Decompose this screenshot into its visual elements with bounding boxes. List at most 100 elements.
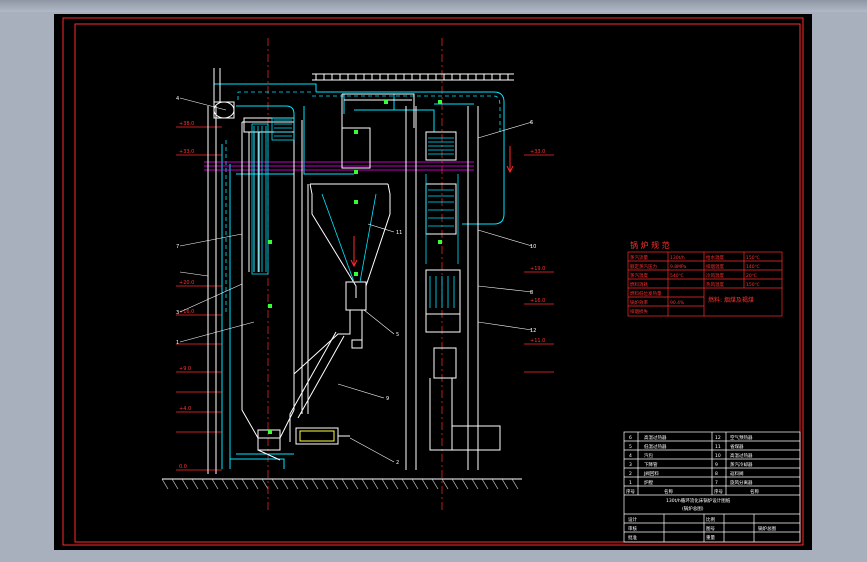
flue-lines: [204, 161, 474, 171]
steam-drum: [213, 68, 235, 119]
svg-text:5: 5: [629, 444, 632, 450]
svg-text:20℃: 20℃: [746, 273, 757, 279]
svg-text:炉膛: 炉膛: [644, 479, 653, 486]
roof-steel: [312, 73, 514, 81]
svg-text:排烟温度: 排烟温度: [706, 263, 724, 270]
svg-text:3: 3: [629, 462, 632, 468]
svg-text:空气预热器: 空气预热器: [730, 434, 753, 441]
svg-text:9: 9: [386, 396, 389, 402]
svg-text:下降管: 下降管: [644, 461, 658, 468]
svg-text:+11.0: +11.0: [530, 338, 545, 344]
window-chrome: [0, 0, 867, 12]
svg-text:锅炉总图: 锅炉总图: [758, 525, 776, 532]
svg-text:+33.0: +33.0: [179, 149, 194, 155]
svg-text:1: 1: [629, 480, 632, 486]
svg-text:12: 12: [530, 328, 536, 334]
svg-text:+16.0: +16.0: [179, 309, 194, 315]
svg-text:额定蒸汽压力: 额定蒸汽压力: [630, 263, 657, 270]
svg-text:返料阀: 返料阀: [730, 470, 744, 477]
svg-text:批准: 批准: [628, 534, 637, 541]
svg-text:1: 1: [176, 340, 179, 346]
svg-text:0.0: 0.0: [179, 464, 187, 470]
svg-text:8: 8: [530, 290, 533, 296]
svg-text:10: 10: [715, 453, 721, 459]
svg-text:150℃: 150℃: [746, 255, 760, 261]
title-block: 6 高温过热器 1 2 空气预热器 5 低温过热器 11 省煤器 4 汽包 10 高温过热器 3 下降…: [623, 431, 801, 543]
svg-text:名称: 名称: [750, 488, 759, 495]
svg-text:4: 4: [176, 96, 179, 102]
steam-pipes-dashed: [225, 91, 501, 314]
loop-seal: [289, 331, 350, 445]
svg-text:汽包: 汽包: [644, 452, 653, 459]
svg-text:2: 2: [396, 460, 399, 466]
svg-text:低温过热器: 低温过热器: [644, 443, 667, 450]
svg-text:540℃: 540℃: [670, 273, 684, 279]
outer-frame: [62, 17, 804, 546]
svg-text:8: 8: [715, 471, 718, 477]
spec-table-title: 锅 炉 规 范: [630, 240, 670, 250]
svg-text:11: 11: [715, 444, 721, 450]
svg-text:+4.0: +4.0: [179, 406, 191, 412]
flow-arrows: [350, 146, 514, 268]
svg-text:130t/h: 130t/h: [670, 255, 685, 261]
svg-text:审核: 审核: [628, 525, 637, 532]
svg-text:序号: 序号: [714, 488, 723, 495]
svg-text:+38.0: +38.0: [179, 121, 194, 127]
svg-text:设计: 设计: [628, 516, 637, 523]
svg-text:+19.0: +19.0: [530, 266, 545, 272]
svg-text:4: 4: [629, 453, 632, 459]
svg-text:蒸汽冷却器: 蒸汽冷却器: [730, 461, 753, 468]
svg-text:140℃: 140℃: [746, 264, 760, 270]
svg-text:高温过热器: 高温过热器: [730, 452, 753, 459]
svg-text:燃料低位发热量: 燃料低位发热量: [630, 290, 662, 297]
svg-text:热风温度: 热风温度: [706, 281, 724, 288]
superheater-panel: [251, 117, 295, 275]
svg-text:排烟损失: 排烟损失: [630, 308, 648, 315]
svg-text:给水温度: 给水温度: [706, 254, 724, 261]
cad-viewport[interactable]: +38.0 +33.0 +20.0 +16.0 +9.0 +4.0 0.0 +3…: [54, 14, 812, 550]
svg-text:名称: 名称: [664, 488, 673, 495]
svg-text:130t/h循环流化床锅炉设计图纸: 130t/h循环流化床锅炉设计图纸: [666, 497, 731, 504]
svg-text:5: 5: [396, 332, 399, 338]
svg-text:90.4%: 90.4%: [670, 300, 685, 306]
svg-text:冷风温度: 冷风温度: [706, 272, 724, 279]
boiler-drawing: +38.0 +33.0 +20.0 +16.0 +9.0 +4.0 0.0 +3…: [62, 17, 804, 546]
svg-text:锅炉效率: 锅炉效率: [630, 299, 648, 306]
svg-text:7: 7: [176, 244, 179, 250]
svg-text:3: 3: [176, 310, 179, 316]
svg-text:旋风分离器: 旋风分离器: [730, 479, 753, 486]
air-box: [257, 429, 281, 461]
spec-note: 燃料: 烟煤及褐煤: [708, 296, 754, 304]
svg-text:燃料消耗: 燃料消耗: [630, 281, 648, 288]
ground: [161, 478, 522, 490]
svg-text:+33.0: +33.0: [530, 149, 545, 155]
elevation-labels: +38.0 +33.0 +20.0 +16.0 +9.0 +4.0 0.0 +3…: [179, 121, 545, 470]
svg-text:重量: 重量: [706, 534, 715, 541]
elevation-lines: [176, 126, 554, 471]
svg-text:比例: 比例: [706, 516, 715, 523]
back-pass: [405, 106, 501, 470]
svg-text:+20.0: +20.0: [179, 280, 194, 286]
svg-text:省煤器: 省煤器: [730, 443, 744, 450]
svg-text:+16.0: +16.0: [530, 298, 545, 304]
svg-text:150℃: 150℃: [746, 282, 760, 288]
callout-leaders: [179, 97, 533, 463]
svg-text:序号: 序号: [626, 488, 635, 495]
svg-text:蒸汽温度: 蒸汽温度: [630, 272, 648, 279]
svg-text:10: 10: [530, 244, 536, 250]
svg-text:+9.0: +9.0: [179, 366, 191, 372]
svg-text:图号: 图号: [706, 526, 715, 532]
svg-text:6: 6: [530, 120, 533, 126]
svg-text:6: 6: [629, 435, 632, 441]
spec-table: 锅 炉 规 范 蒸汽流量 130t/h 给水温度 150℃ 额定蒸汽压力 9.8MPa 排…: [627, 240, 783, 317]
cyclone-inner: [321, 193, 377, 283]
flue-duct: [341, 93, 415, 128]
svg-text:11: 11: [396, 230, 402, 236]
svg-text:9.8MPa: 9.8MPa: [670, 264, 687, 270]
svg-text:7: 7: [715, 480, 718, 486]
svg-text:高温过热器: 高温过热器: [644, 434, 667, 441]
svg-text:(锅炉总图): (锅炉总图): [682, 505, 704, 512]
svg-text:2: 2: [629, 471, 632, 477]
back-pass-coils: [425, 137, 459, 308]
svg-text:9: 9: [715, 462, 718, 468]
